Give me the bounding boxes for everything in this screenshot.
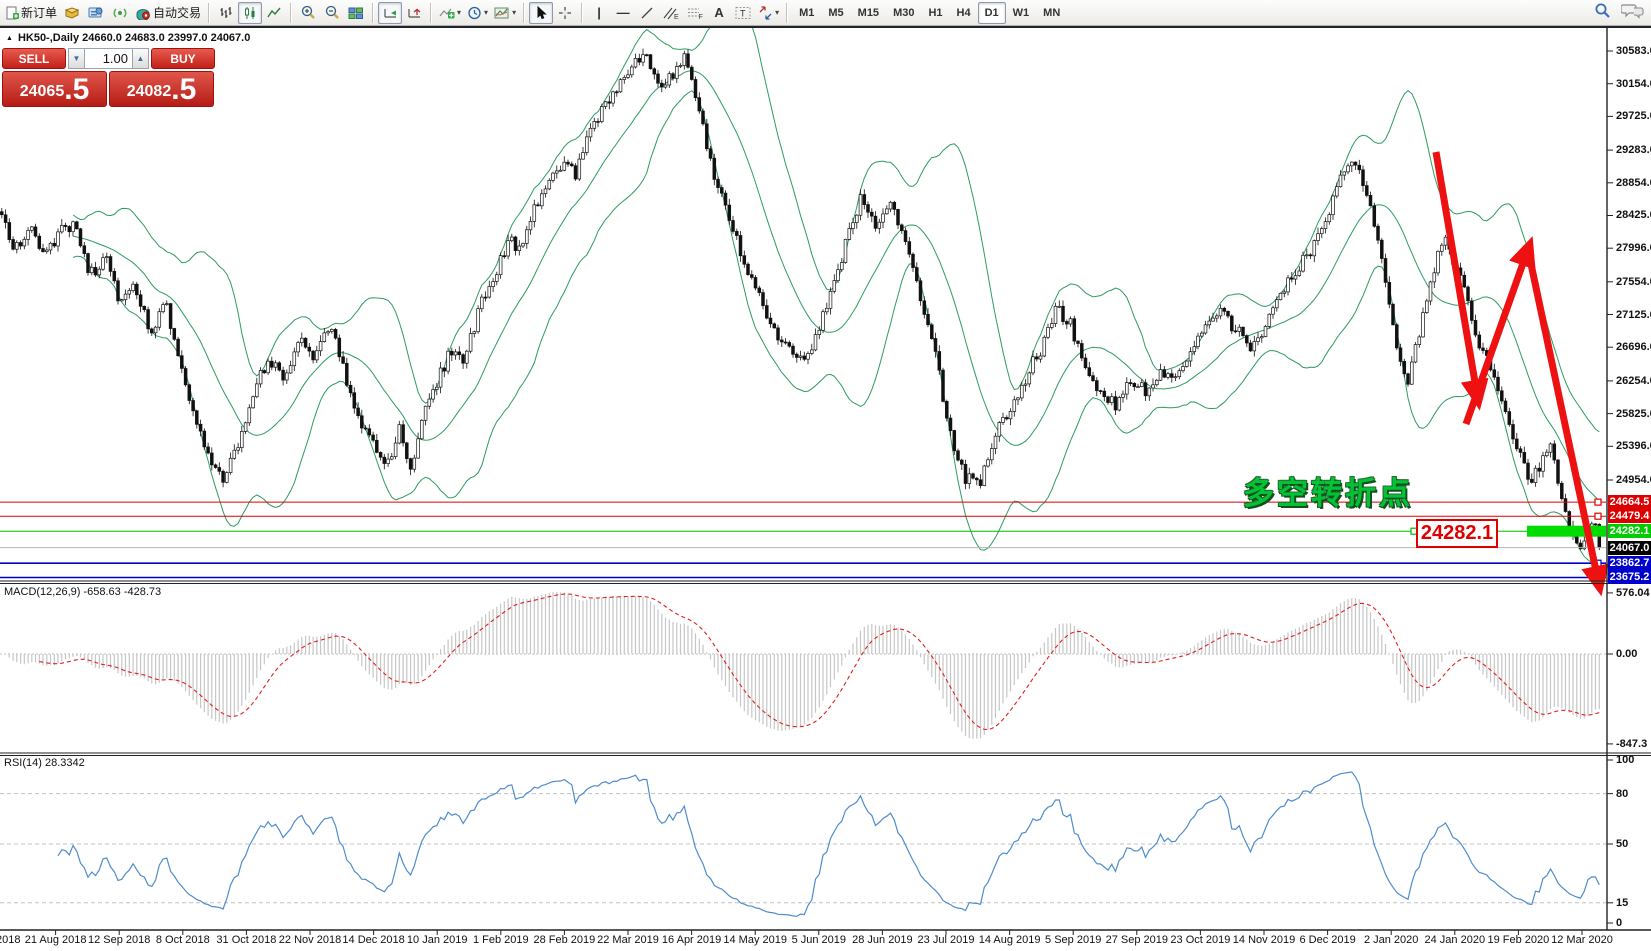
date-tick-label: 1 Feb 2019 bbox=[473, 934, 529, 946]
price-tick-label: 24954.0 bbox=[1616, 474, 1651, 486]
buy-price-pips: .5 bbox=[171, 75, 196, 105]
date-tick-label: 23 Jul 2019 bbox=[918, 934, 975, 946]
rsi-tick-label: 50 bbox=[1616, 838, 1628, 850]
date-tick-label: 22 Mar 2019 bbox=[597, 934, 659, 946]
price-level-badge: 24282.1 bbox=[1608, 524, 1651, 538]
price-tick-label: 29283.0 bbox=[1616, 144, 1651, 156]
date-tick-label: 5 Jun 2019 bbox=[792, 934, 846, 946]
price-tick-label: 28425.0 bbox=[1616, 209, 1651, 221]
price-tick-label: 30583.0 bbox=[1616, 45, 1651, 57]
rsi-label: RSI(14) 28.3342 bbox=[4, 757, 85, 769]
date-tick-label: 23 Oct 2019 bbox=[1170, 934, 1230, 946]
price-tick-label: 29725.0 bbox=[1616, 110, 1651, 122]
date-tick-label: 31 Oct 2018 bbox=[216, 934, 276, 946]
macd-label: MACD(12,26,9) -658.63 -428.73 bbox=[4, 586, 161, 598]
price-tick-label: 30154.0 bbox=[1616, 78, 1651, 90]
date-tick-label: 28 Jun 2019 bbox=[852, 934, 913, 946]
date-tick-label: 19 Feb 2020 bbox=[1488, 934, 1550, 946]
chart-title-text: HK50-,Daily 24660.0 24683.0 23997.0 2406… bbox=[18, 32, 250, 44]
chevron-down-icon: ▼ bbox=[73, 54, 81, 63]
date-tick-label: 28 Feb 2019 bbox=[534, 934, 596, 946]
annotation-text[interactable]: 多空转折点 bbox=[1243, 468, 1413, 513]
price-level-badge: 24479.4 bbox=[1608, 509, 1651, 523]
date-tick-label: 30 Jul 2018 bbox=[0, 934, 20, 946]
chart-marker-icon: ▲ bbox=[6, 35, 13, 42]
chart-title: ▲ HK50-,Daily 24660.0 24683.0 23997.0 24… bbox=[6, 32, 250, 44]
chevron-up-icon: ▲ bbox=[137, 54, 145, 63]
date-tick-label: 14 May 2019 bbox=[723, 934, 787, 946]
date-tick-label: 2 Jan 2020 bbox=[1364, 934, 1418, 946]
sell-price-panel[interactable]: 24065 .5 bbox=[2, 71, 107, 107]
mt4-window: { "toolbar": { "new_order_label": "新订单",… bbox=[0, 0, 1651, 951]
date-tick-label: 22 Nov 2018 bbox=[279, 934, 341, 946]
date-tick-label: 12 Mar 2020 bbox=[1551, 934, 1613, 946]
price-tag-label[interactable]: 24282.1 bbox=[1416, 519, 1498, 548]
macd-tick-label: 576.04 bbox=[1616, 587, 1650, 599]
price-tick-label: 27125.0 bbox=[1616, 309, 1651, 321]
sell-price-main: 24065 bbox=[20, 79, 65, 105]
volume-stepper: ▼ 1.00 ▲ bbox=[68, 48, 149, 69]
date-tick-label: 16 Apr 2019 bbox=[662, 934, 721, 946]
price-tick-label: 28854.0 bbox=[1616, 177, 1651, 189]
price-tick-label: 26696.0 bbox=[1616, 341, 1651, 353]
date-tick-label: 12 Sep 2018 bbox=[88, 934, 150, 946]
date-tick-label: 5 Sep 2019 bbox=[1045, 934, 1101, 946]
rsi-tick-label: 100 bbox=[1616, 754, 1634, 766]
price-tick-label: 25396.0 bbox=[1616, 440, 1651, 452]
price-tick-label: 27554.0 bbox=[1616, 276, 1651, 288]
date-tick-label: 14 Nov 2019 bbox=[1233, 934, 1295, 946]
one-click-trading-panel: SELL ▼ 1.00 ▲ BUY 24065 .5 24082 .5 bbox=[2, 48, 215, 107]
macd-tick-label: 0.00 bbox=[1616, 648, 1637, 660]
date-tick-label: 14 Dec 2018 bbox=[342, 934, 404, 946]
date-tick-label: 27 Sep 2019 bbox=[1106, 934, 1168, 946]
price-tick-label: 25825.0 bbox=[1616, 408, 1651, 420]
volume-decrease-button[interactable]: ▼ bbox=[68, 48, 85, 69]
buy-button[interactable]: BUY bbox=[151, 48, 215, 69]
price-level-badge: 23675.2 bbox=[1608, 570, 1651, 584]
volume-input[interactable]: 1.00 bbox=[85, 48, 132, 69]
price-level-badge: 24067.0 bbox=[1608, 541, 1651, 555]
date-tick-label: 21 Aug 2018 bbox=[25, 934, 87, 946]
sell-price-pips: .5 bbox=[64, 75, 89, 105]
date-tick-label: 24 Jan 2020 bbox=[1425, 934, 1486, 946]
buy-price-main: 24082 bbox=[127, 79, 172, 105]
date-tick-label: 8 Oct 2018 bbox=[156, 934, 210, 946]
sell-button[interactable]: SELL bbox=[2, 48, 66, 69]
date-tick-label: 10 Jan 2019 bbox=[407, 934, 468, 946]
rsi-tick-label: 0 bbox=[1616, 917, 1622, 929]
price-level-badge: 23862.7 bbox=[1608, 556, 1651, 570]
price-level-badge: 24664.5 bbox=[1608, 495, 1651, 509]
rsi-tick-label: 15 bbox=[1616, 897, 1628, 909]
price-tick-label: 27996.0 bbox=[1616, 242, 1651, 254]
date-tick-label: 6 Dec 2019 bbox=[1299, 934, 1355, 946]
volume-increase-button[interactable]: ▲ bbox=[132, 48, 149, 69]
macd-tick-label: -847.3 bbox=[1616, 738, 1647, 750]
price-tick-label: 26254.0 bbox=[1616, 375, 1651, 387]
buy-price-panel[interactable]: 24082 .5 bbox=[109, 71, 214, 107]
rsi-tick-label: 80 bbox=[1616, 788, 1628, 800]
date-tick-label: 14 Aug 2019 bbox=[979, 934, 1041, 946]
